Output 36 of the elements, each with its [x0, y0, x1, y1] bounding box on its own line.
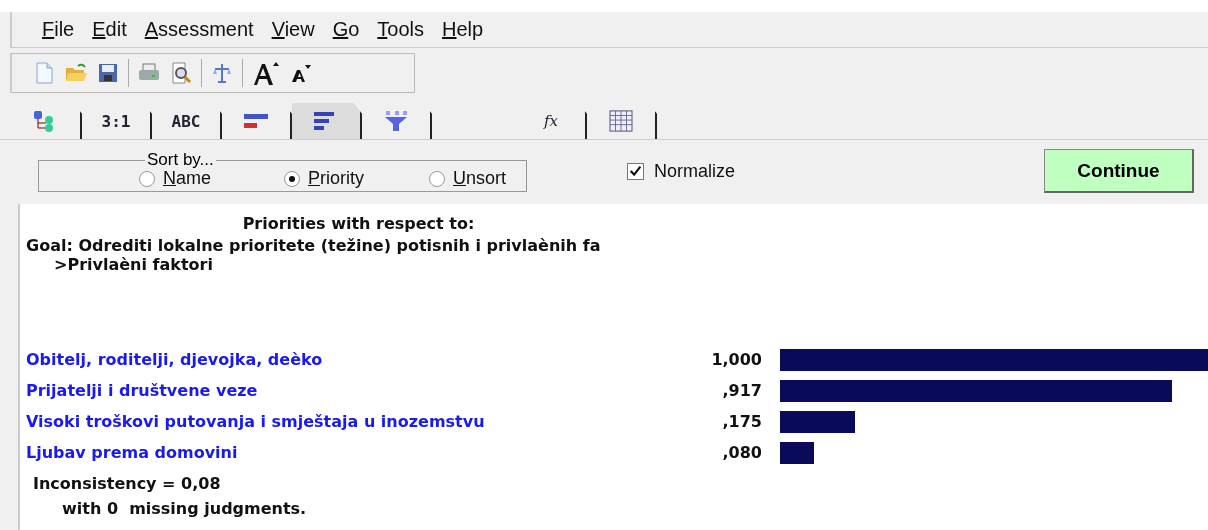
- radio-button[interactable]: Name: [139, 168, 284, 189]
- priority-value: ,917: [721, 381, 762, 400]
- normalize-checkbox[interactable]: Normalize: [627, 160, 736, 182]
- item-name: Visoki troškovi putovanja i smještaja u inozemstvu: [26, 412, 486, 431]
- radio-button[interactable]: Unsort: [429, 168, 507, 189]
- goal-text: Goal: Odrediti lokalne prioritete (težine) potisnih i privlaènih fa: [26, 236, 602, 255]
- grid-icon: [608, 110, 634, 132]
- tab[interactable]: [292, 103, 362, 139]
- priority-value: ,080: [721, 443, 762, 462]
- tab[interactable]: ABC: [152, 103, 222, 139]
- inconsistency-text: Inconsistency = 0,08: [32, 473, 222, 495]
- item-name: Ljubav prema domovini: [26, 443, 239, 462]
- node-path: >Privlaèni faktori: [53, 255, 214, 274]
- menu-item[interactable]: View: [271, 18, 315, 41]
- menu-item[interactable]: Tools: [377, 18, 425, 41]
- priority-value: 1,000: [710, 350, 762, 369]
- group-label: Sort by...: [146, 150, 215, 170]
- save-icon[interactable]: [96, 61, 120, 85]
- priority-value: ,175: [721, 412, 762, 431]
- print-preview-icon[interactable]: [169, 61, 193, 85]
- missing-judgments-text: with 0 missing judgments.: [61, 499, 308, 518]
- menu-item[interactable]: Edit: [92, 18, 127, 41]
- balance-icon[interactable]: [210, 61, 234, 85]
- radio-button[interactable]: Priority: [284, 168, 429, 189]
- tab[interactable]: 3:1: [82, 103, 152, 139]
- menu-item[interactable]: Assessment: [144, 18, 254, 41]
- tab[interactable]: fx: [517, 103, 587, 139]
- menu-item[interactable]: Go: [332, 18, 360, 41]
- continue-button[interactable]: Continue: [1044, 149, 1194, 193]
- menu-item[interactable]: Help: [442, 18, 484, 41]
- item-name: Prijatelji i društvene veze: [26, 381, 259, 400]
- report-heading: Priorities with respect to:: [241, 214, 476, 233]
- priority-bar: [780, 441, 815, 464]
- funnel-icon: [383, 110, 409, 132]
- menu-item[interactable]: File: [42, 18, 75, 41]
- item-name: Obitelj, roditelji, djevojka, deèko: [26, 350, 324, 369]
